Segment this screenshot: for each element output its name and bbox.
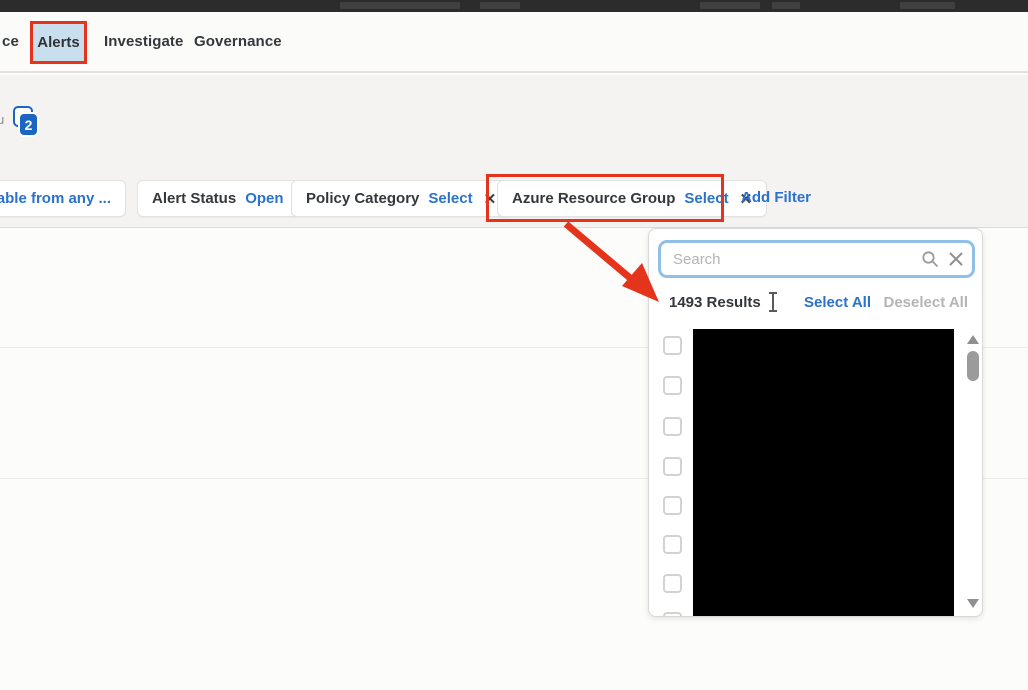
- option-checkbox[interactable]: [663, 457, 682, 476]
- nav-tab-compliance-cutoff[interactable]: ce: [2, 12, 19, 71]
- browser-topbar-redacted: [0, 0, 1028, 12]
- filter-value[interactable]: Open: [245, 190, 283, 207]
- cutoff-text: u: [0, 112, 5, 127]
- topbar-segment: [700, 2, 760, 9]
- filter-chip-text: chable from any ...: [0, 190, 111, 207]
- text-cursor-ibeam: [768, 291, 778, 313]
- nav-tab-investigate[interactable]: Investigate: [104, 12, 183, 71]
- option-checkbox[interactable]: [663, 336, 682, 355]
- dropdown-search: [658, 240, 975, 278]
- topbar-segment: [480, 2, 520, 9]
- scrollbar-thumb[interactable]: [967, 351, 979, 381]
- saved-views-badge[interactable]: 2: [13, 106, 40, 138]
- option-checkbox[interactable]: [663, 535, 682, 554]
- filter-chip-azure-resource-group[interactable]: Azure Resource Group Select ✕: [497, 180, 768, 217]
- topbar-segment: [772, 2, 800, 9]
- topbar-segment: [340, 2, 460, 9]
- scroll-down-icon[interactable]: [967, 599, 979, 608]
- scroll-up-icon[interactable]: [967, 335, 979, 344]
- option-checkbox[interactable]: [663, 612, 682, 616]
- option-checkbox[interactable]: [663, 574, 682, 593]
- deselect-all-button-disabled: Deselect All: [883, 294, 969, 311]
- azure-resource-group-dropdown: 1493 Results Select All Deselect All: [648, 228, 983, 617]
- filter-label: Azure Resource Group: [512, 190, 676, 207]
- dropdown-scrollbar[interactable]: [966, 333, 980, 610]
- filter-label: Policy Category: [306, 190, 420, 207]
- add-filter-button[interactable]: Add Filter: [741, 189, 811, 206]
- remove-filter-icon[interactable]: ✕: [484, 190, 497, 208]
- nav-tab-governance[interactable]: Governance: [194, 12, 282, 71]
- filter-chip-alert-status[interactable]: Alert Status Open: [137, 180, 299, 217]
- filter-label: Alert Status: [152, 190, 237, 207]
- option-checkbox[interactable]: [663, 376, 682, 395]
- clear-search-icon[interactable]: [947, 250, 965, 268]
- dropdown-options-list: [649, 325, 982, 616]
- select-all-button[interactable]: Select All: [804, 294, 871, 311]
- app-screen: ce Alerts Investigate Governance u 2 cha…: [0, 0, 1028, 690]
- filter-value[interactable]: Select: [428, 190, 472, 207]
- filter-chip-reachable[interactable]: chable from any ...: [0, 180, 126, 217]
- dropdown-actions-row: 1493 Results Select All Deselect All: [649, 291, 982, 315]
- redacted-option-labels: [693, 329, 954, 616]
- option-checkbox[interactable]: [663, 496, 682, 515]
- option-checkbox[interactable]: [663, 417, 682, 436]
- search-icon: [922, 251, 938, 267]
- nav-tab-alerts-highlighted[interactable]: Alerts: [30, 21, 87, 64]
- main-navbar: ce Alerts Investigate Governance: [0, 12, 1028, 73]
- filter-chip-policy-category[interactable]: Policy Category Select ✕: [291, 180, 512, 217]
- badge-count: 2: [18, 112, 39, 137]
- filter-value[interactable]: Select: [684, 190, 728, 207]
- topbar-segment: [900, 2, 955, 9]
- results-count: 1493 Results: [669, 294, 761, 311]
